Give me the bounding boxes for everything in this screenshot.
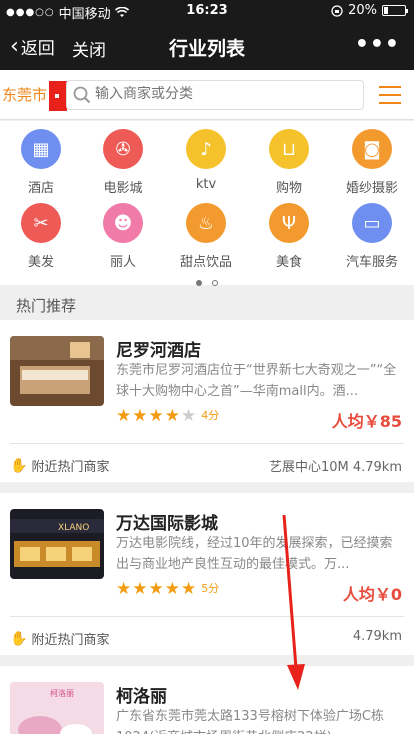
search-input[interactable] [95,86,355,102]
hotel-icon: ▦ [21,129,61,169]
page-indicator [0,271,414,290]
merchant-description: 万达电影院线，经过10年的发展探索，已经摸索出与商业地产良性互动的最佳模式。万.… [116,536,393,572]
back-button[interactable]: ‹ 返回 [10,34,55,59]
category-label: 汽车服务 [345,255,398,270]
category-label: ktv [195,177,217,192]
divider [10,443,404,444]
rotation-lock-icon [331,4,343,17]
category-beauty[interactable]: ☻ 丽人 [82,203,164,270]
star-empty-icon: ★ [180,406,198,426]
hot-label: 附近热门商家 [31,633,110,648]
divider [10,616,404,617]
search-icon [73,86,91,104]
city-selector[interactable]: 东莞市 [2,84,47,105]
menu-icon[interactable] [379,86,401,104]
distance: 4.79km [352,629,402,644]
page-dot-active [196,280,202,286]
rating-score: 4分 [201,409,220,422]
rating-stars: ★★★★★ 4分 [116,406,219,426]
page-dot [212,280,218,286]
star-icon: ★★★★★ [116,579,198,599]
merchant-name: 万达国际影城 [116,514,218,534]
microphone-icon: ♪ [186,129,226,169]
hot-merchant-tag: ✋ 附近热门商家 [10,456,110,476]
category-car[interactable]: ▭ 汽车服务 [331,203,413,270]
search-bar: 东莞市 [0,70,414,120]
search-box[interactable] [66,80,364,110]
thumbs-up-icon: ✋ [10,457,28,474]
merchant-card[interactable]: XLANO 万达国际影城 万达电影院线，经过10年的发展探索，已经摸索出与商业地… [0,493,414,655]
category-cart[interactable]: ⊔ 购物 [248,129,330,196]
beauty-image: 柯洛丽 [10,682,104,734]
camera-icon: ◙ [352,129,392,169]
status-bar: ●●●○○ 中国移动 16:23 20% [0,0,414,22]
merchant-name: 尼罗河酒店 [116,341,201,361]
category-microphone[interactable]: ♪ ktv [165,129,247,192]
back-label: 返回 [20,39,55,59]
rating-score: 5分 [201,582,220,595]
film-icon: ✇ [103,129,143,169]
average-price: 人均￥85 [331,412,402,431]
category-label: 电影城 [103,181,143,196]
scissors-icon: ✂ [21,203,61,243]
thumbs-up-icon: ✋ [10,630,28,647]
distance: 艺展中心10M 4.79km [268,460,402,475]
category-label: 美食 [275,255,302,270]
beauty-icon: ☻ [103,203,143,243]
cart-icon: ⊔ [269,129,309,169]
category-label: 美发 [27,255,54,270]
average-price: 人均￥0 [342,585,402,604]
hot-label: 附近热门商家 [31,460,110,475]
category-label: 婚纱摄影 [345,181,398,196]
battery-icon [382,5,408,16]
category-label: 酒店 [27,181,54,196]
category-label: 购物 [275,181,302,196]
more-button[interactable]: ••• [355,32,400,57]
food-icon: Ψ [269,203,309,243]
category-dessert[interactable]: ♨ 甜点饮品 [165,203,247,270]
chevron-left-icon: ‹ [10,33,19,59]
star-icon: ★★★★ [116,406,181,426]
nav-bar: ‹ 返回 关闭 行业列表 ••• [0,22,414,70]
cinema-image: XLANO [10,509,104,579]
category-grid: ▦ 酒店 ✇ 电影城 ♪ ktv ⊔ 购物 ◙ 婚纱摄影 ✂ 美发 ☻ 丽人 ♨ 甜点饮品 Ψ 美食 ▭ 汽车服务 [0,121,414,286]
page-title: 行业列表 [168,38,245,60]
hot-merchant-tag: ✋ 附近热门商家 [10,629,110,649]
category-film[interactable]: ✇ 电影城 [82,129,164,196]
merchant-name: 柯洛丽 [116,687,167,707]
category-hotel[interactable]: ▦ 酒店 [0,129,82,196]
merchant-description: 广东省东莞市莞太路133号榕树下体验广场C栋1024(近商城市场周街巷北侧店22… [116,709,384,734]
hotel-room-image [10,336,104,406]
car-icon: ▭ [352,203,392,243]
merchant-thumbnail [10,336,104,406]
merchant-thumbnail: 柯洛丽 [10,682,104,734]
city-dropdown-marker[interactable] [49,81,67,111]
merchant-thumbnail: XLANO [10,509,104,579]
category-label: 丽人 [109,255,136,270]
rating-stars: ★★★★★ 5分 [116,579,219,599]
category-scissors[interactable]: ✂ 美发 [0,203,82,270]
close-button[interactable]: 关闭 [72,36,106,61]
category-label: 甜点饮品 [179,255,232,270]
status-right: 20% [331,3,408,18]
category-food[interactable]: Ψ 美食 [248,203,330,270]
merchant-description: 东莞市尼罗河酒店位于“世界新七大奇观之一”“全球十大购物中心之首”—华南mall… [116,363,397,399]
merchant-card[interactable]: 柯洛丽 柯洛丽 广东省东莞市莞太路133号榕树下体验广场C栋1024(近商城市场… [0,666,414,734]
merchant-card[interactable]: 尼罗河酒店 东莞市尼罗河酒店位于“世界新七大奇观之一”“全球十大购物中心之首”—… [0,320,414,482]
section-title: 热门推荐 [16,297,77,315]
cinema-sign: XLANO [58,523,89,533]
battery-percent: 20% [348,3,377,18]
dessert-icon: ♨ [186,203,226,243]
category-camera[interactable]: ◙ 婚纱摄影 [331,129,413,196]
beauty-sign: 柯洛丽 [50,688,74,698]
